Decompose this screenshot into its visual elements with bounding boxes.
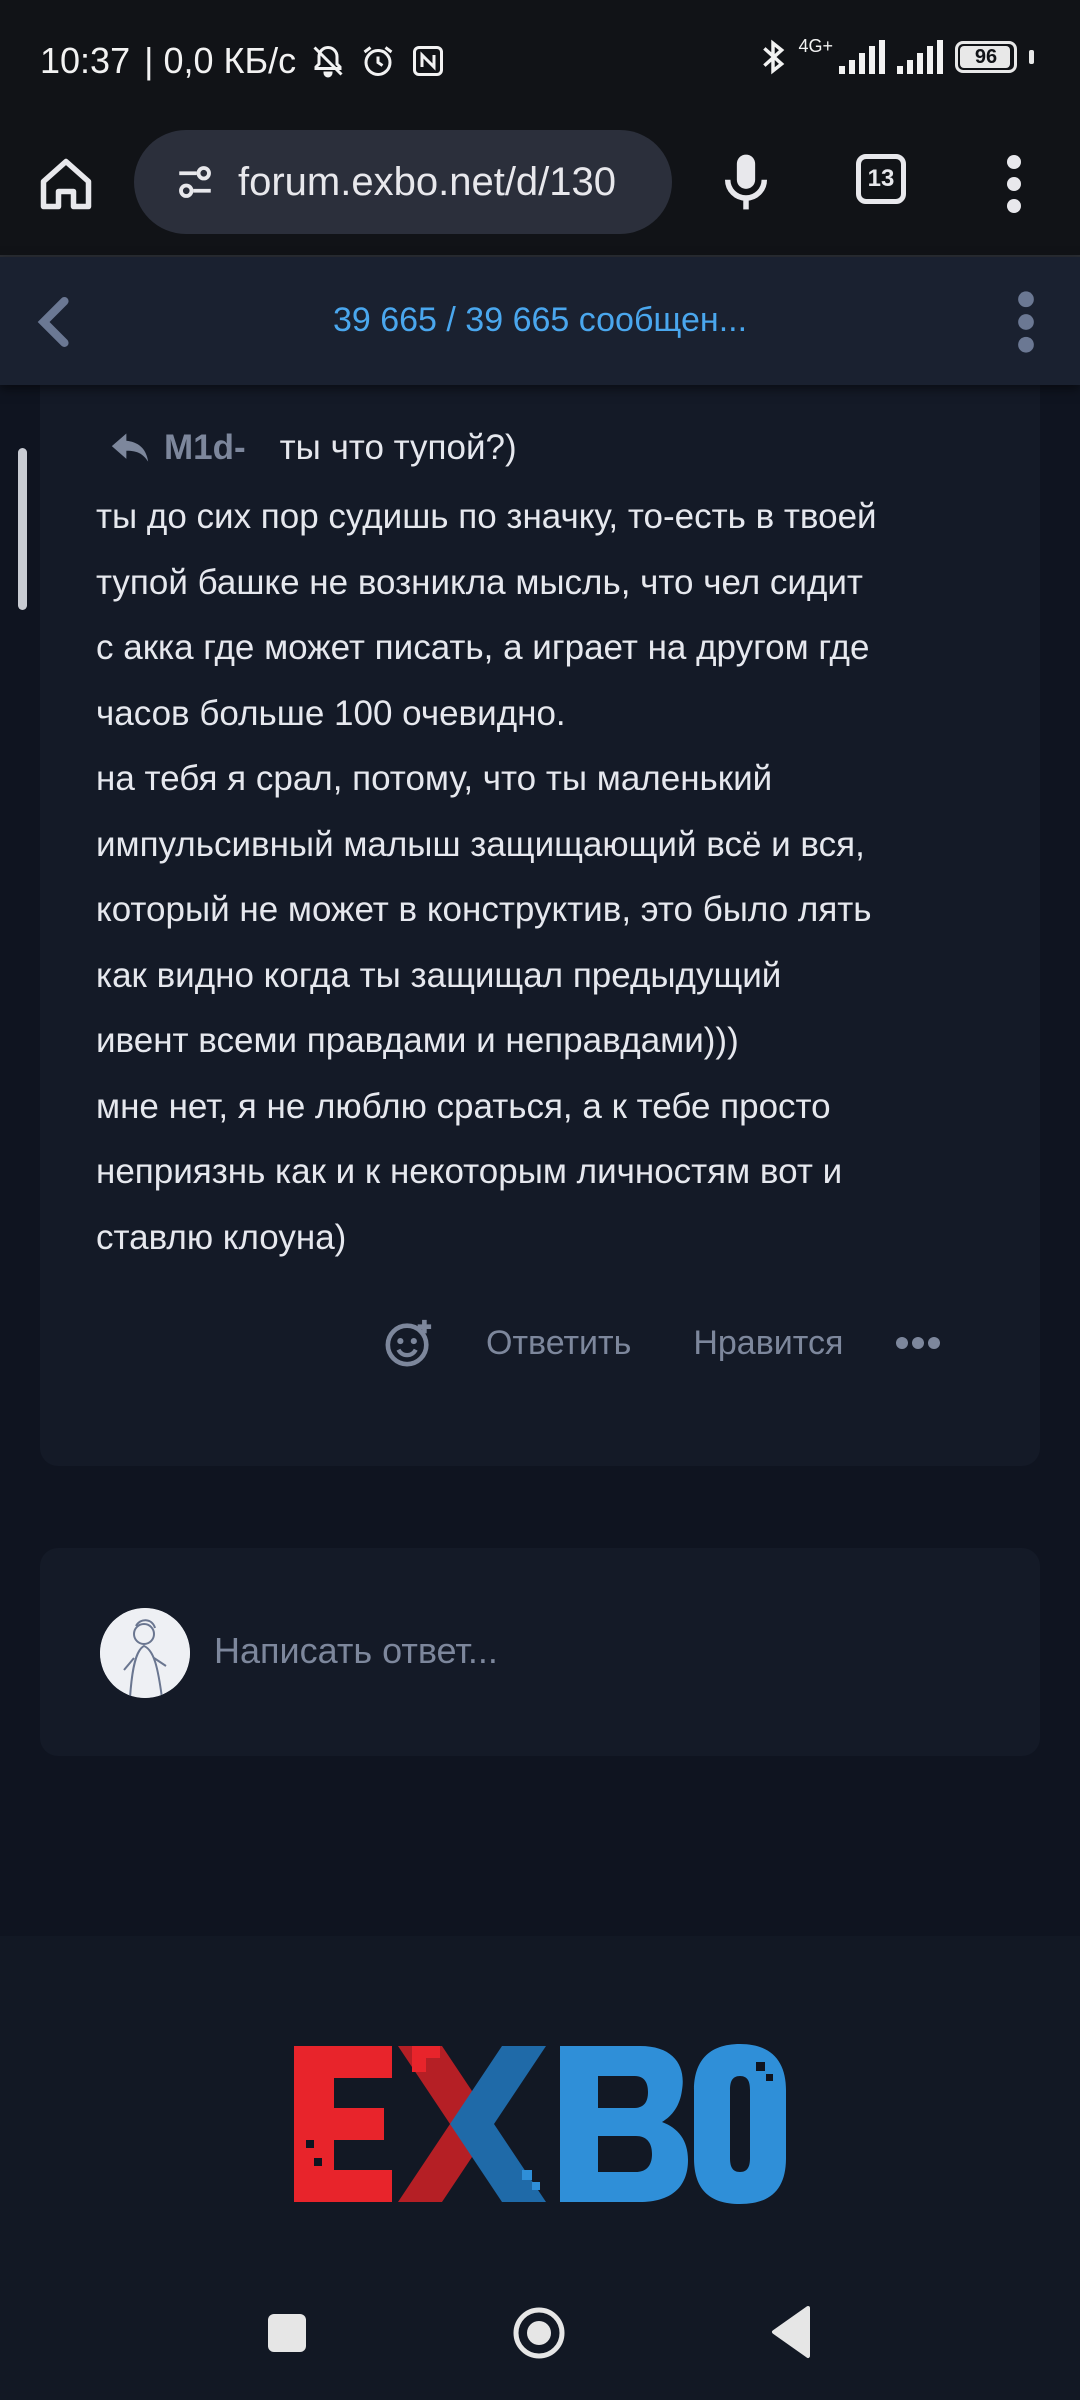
post-actions: Ответить Нравится [384,1318,941,1368]
scrollbar[interactable] [18,448,27,610]
status-bar: 10:37 | 0,0 КБ/с 4G+ 96 [0,0,1080,130]
more-icon[interactable] [895,1336,941,1350]
bluetooth-icon [763,39,785,75]
signal-icon-2 [897,40,943,74]
add-reaction-icon[interactable] [384,1318,434,1368]
tab-count: 13 [867,165,895,192]
reply-reference[interactable]: M1d- ты что тупой?) [108,428,517,468]
signal-icon-1 [839,40,885,74]
status-time: 10:37 [40,40,131,81]
home-icon[interactable] [36,154,96,214]
nav-home-icon[interactable] [512,2306,566,2360]
nfc-icon [413,46,444,76]
mic-icon[interactable] [718,150,774,214]
reply-composer[interactable]: Написать ответ... [40,1548,1040,1756]
post-line: импульсивный малыш защищающий всё и вся, [96,824,865,864]
avatar [100,1608,190,1698]
reply-arrow-icon [111,433,149,462]
nav-recents-icon[interactable] [268,2314,306,2352]
alarm-icon [363,46,393,76]
post-line: который не может в конструктив, это было… [96,890,872,929]
browser-toolbar: forum.exbo.net/d/130 13 [0,130,1080,257]
reply-button[interactable]: Ответить [486,1324,631,1363]
address-bar[interactable]: forum.exbo.net/d/130 [134,130,672,234]
post-line: ты до сих пор судишь по значку, то-есть … [96,497,877,536]
exbo-logo [294,2044,786,2204]
status-speed: | 0,0 КБ/с [144,40,297,81]
url-text: forum.exbo.net/d/130 [238,159,617,204]
battery-percent: 96 [974,45,998,68]
post-line: с акка где может писать, а играет на дру… [96,628,870,667]
post-counter[interactable]: 39 665 / 39 665 сообщен... [0,301,1080,340]
network-type: 4G+ [798,36,833,56]
battery-indicator: 96 [955,41,1017,73]
screen: 10:37 | 0,0 КБ/с 4G+ 96 forum.exbo.net/d… [0,0,1080,2400]
status-left: 10:37 | 0,0 КБ/с [40,40,446,82]
post-line: часов больше 100 очевидно. [96,693,566,733]
kebab-icon[interactable] [1014,291,1038,353]
site-settings-icon[interactable] [174,161,216,203]
site-footer [0,1936,1080,2266]
like-button[interactable]: Нравится [693,1324,843,1363]
post-line: как видно когда ты защищал предыдущий [96,955,782,995]
reply-snippet: ты что тупой?) [279,428,517,467]
post-line: тупой башке не возникла мысль, что чел с… [96,562,863,602]
reply-input-placeholder[interactable]: Написать ответ... [214,1630,498,1672]
battery-cap [1029,50,1034,64]
post-line: ивент всеми правдами и неправдами))) [96,1021,739,1060]
tabs-icon[interactable]: 13 [856,154,906,204]
status-right: 4G+ 96 [760,36,1034,76]
menu-icon[interactable] [1000,154,1028,214]
reply-author: M1d- [164,428,246,467]
forum-header: 39 665 / 39 665 сообщен... [0,257,1080,385]
post-line: на тебя я срал, потому, что ты маленький [96,759,773,798]
post-line: мне нет, я не люблю сраться, а к тебе пр… [96,1086,831,1126]
post-line: неприязнь как и к некоторым личностям во… [96,1152,843,1191]
post-body: ты до сих пор судишь по значку, то-есть … [96,484,996,1270]
post-line: ставлю клоуна) [96,1217,347,1257]
system-nav-bar [0,2266,1080,2400]
bell-off-icon [313,45,343,78]
nav-back-icon[interactable] [768,2304,812,2360]
